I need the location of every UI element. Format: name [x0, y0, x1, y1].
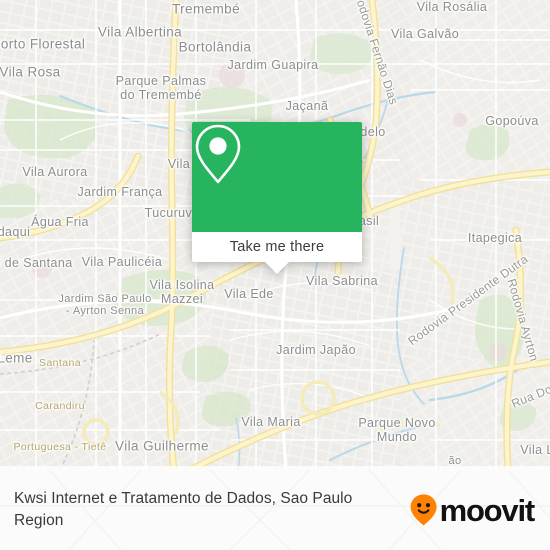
location-popup-card[interactable]: Take me there	[192, 122, 362, 274]
moovit-wordmark: moovit	[439, 492, 536, 528]
moovit-map-page: Tremembé Vila Rosália Vila Albertina Bortol…	[0, 0, 550, 550]
map-pin-icon	[195, 124, 241, 184]
map-canvas[interactable]: Tremembé Vila Rosália Vila Albertina Bortol…	[0, 0, 550, 470]
page-footer: Kwsi Internet e Tratamento de Dados, Sao…	[0, 470, 550, 550]
moovit-logo[interactable]: moovit	[409, 492, 536, 528]
place-title: Kwsi Internet e Tratamento de Dados, Sao…	[14, 489, 353, 529]
take-me-there-label: Take me there	[229, 239, 325, 255]
card-image-area	[192, 122, 362, 232]
card-pointer-tail	[265, 262, 289, 274]
moovit-pin-icon	[410, 494, 437, 526]
take-me-there-button[interactable]: Take me there	[192, 232, 362, 262]
